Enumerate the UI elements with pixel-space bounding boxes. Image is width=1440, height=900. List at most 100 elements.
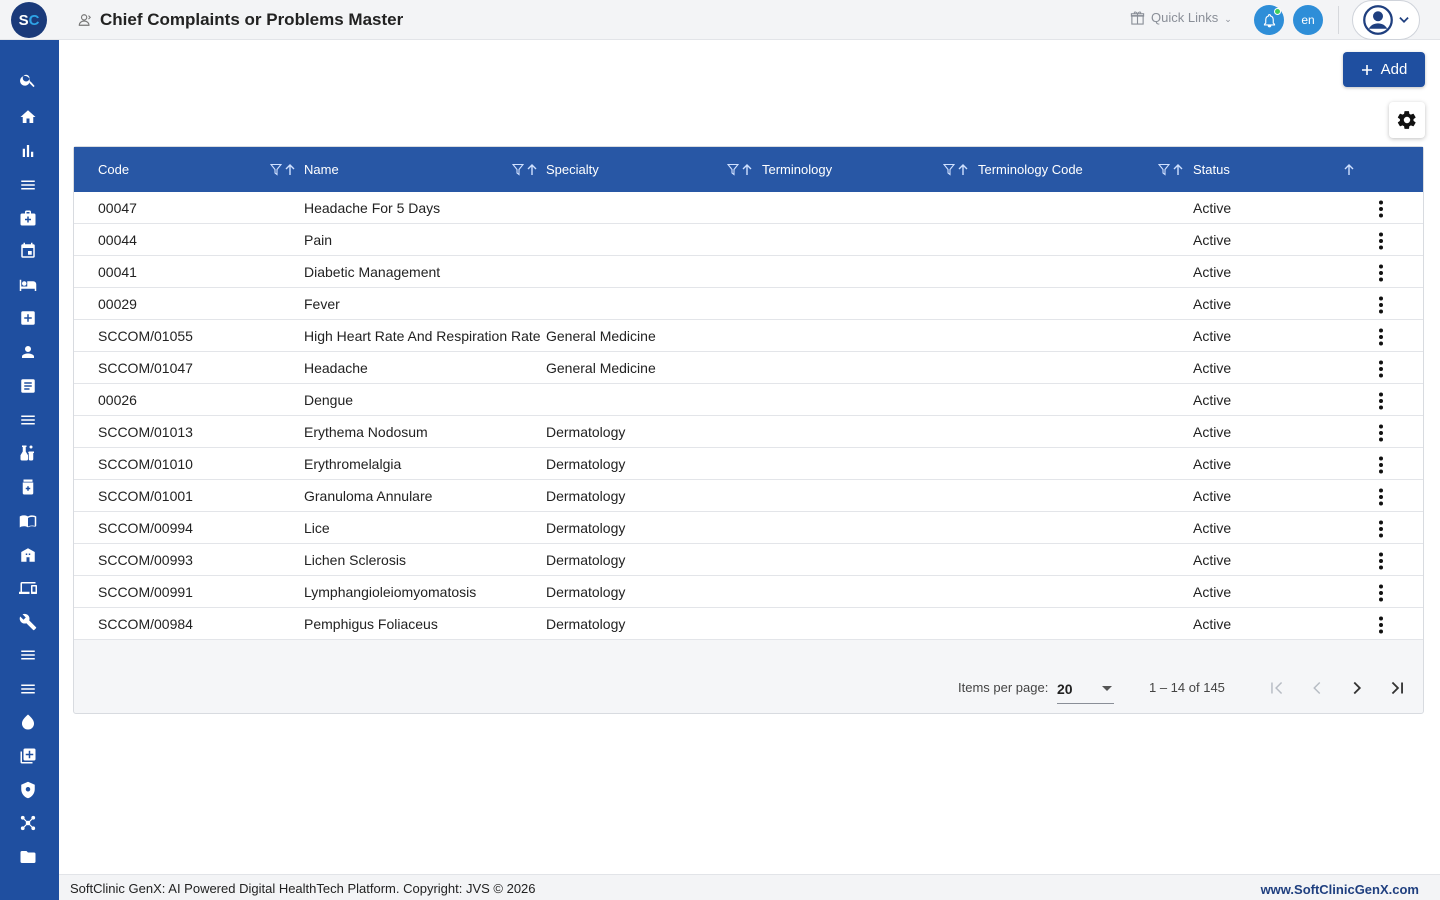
medical-bag-icon[interactable] bbox=[17, 207, 39, 229]
sort-arrow-up-icon[interactable] bbox=[1172, 163, 1184, 176]
devices-icon[interactable] bbox=[17, 577, 39, 599]
row-actions-button[interactable] bbox=[1370, 614, 1392, 636]
search-icon[interactable] bbox=[17, 69, 39, 91]
table-row[interactable]: 00026 Dengue Active bbox=[74, 384, 1423, 416]
column-header-terminology-code[interactable]: Terminology Code bbox=[978, 147, 1083, 192]
sort-arrow-up-icon[interactable] bbox=[957, 163, 969, 176]
column-controls[interactable] bbox=[270, 163, 296, 176]
language-button[interactable]: en bbox=[1293, 5, 1323, 35]
sidebar bbox=[0, 40, 59, 900]
cell-status: Active bbox=[1193, 488, 1232, 504]
column-header-name[interactable]: Name bbox=[304, 147, 339, 192]
cell-name: Erythema Nodosum bbox=[304, 424, 428, 440]
table-row[interactable]: 00047 Headache For 5 Days Active bbox=[74, 192, 1423, 224]
row-actions-button[interactable] bbox=[1370, 198, 1392, 220]
bar-chart-icon[interactable] bbox=[17, 140, 39, 162]
folder-icon[interactable] bbox=[17, 846, 39, 868]
column-header-terminology[interactable]: Terminology bbox=[762, 147, 832, 192]
table-row[interactable]: SCCOM/00993 Lichen Sclerosis Dermatology Ac… bbox=[74, 544, 1423, 576]
column-controls[interactable] bbox=[1158, 163, 1184, 176]
building-icon[interactable] bbox=[17, 544, 39, 566]
table-row[interactable]: SCCOM/00984 Pemphigus Foliaceus Dermatolog… bbox=[74, 608, 1423, 640]
column-header-specialty[interactable]: Specialty bbox=[546, 147, 599, 192]
cell-code: 00047 bbox=[98, 200, 137, 216]
add-button[interactable]: Add bbox=[1343, 52, 1425, 87]
sort-arrow-up-icon[interactable] bbox=[741, 163, 753, 176]
website-link[interactable]: www.SoftClinicGenX.com bbox=[1261, 882, 1419, 897]
add-library-icon[interactable] bbox=[17, 745, 39, 767]
sort-arrow-up-icon[interactable] bbox=[526, 163, 538, 176]
table-row[interactable]: SCCOM/01047 Headache General Medicine Activ… bbox=[74, 352, 1423, 384]
row-actions-button[interactable] bbox=[1370, 454, 1392, 476]
menu-icon[interactable] bbox=[17, 644, 39, 666]
person-icon[interactable] bbox=[17, 341, 39, 363]
wrench-icon[interactable] bbox=[17, 611, 39, 633]
sort-arrow-up-icon[interactable] bbox=[1343, 163, 1355, 176]
row-actions-button[interactable] bbox=[1370, 326, 1392, 348]
row-actions-button[interactable] bbox=[1370, 422, 1392, 444]
filter-icon[interactable] bbox=[727, 163, 739, 176]
row-actions-button[interactable] bbox=[1370, 550, 1392, 572]
user-menu-button[interactable] bbox=[1352, 0, 1420, 40]
next-page-button[interactable] bbox=[1339, 670, 1375, 706]
menu-icon[interactable] bbox=[17, 409, 39, 431]
filter-icon[interactable] bbox=[1158, 163, 1170, 176]
last-page-icon bbox=[1391, 681, 1403, 695]
first-page-button[interactable] bbox=[1259, 670, 1295, 706]
menu-icon[interactable] bbox=[17, 174, 39, 196]
column-controls[interactable] bbox=[512, 163, 538, 176]
last-page-button[interactable] bbox=[1379, 670, 1415, 706]
home-icon[interactable] bbox=[17, 106, 39, 128]
table-row[interactable]: SCCOM/00991 Lymphangioleiomyomatosis Derma… bbox=[74, 576, 1423, 608]
row-actions-button[interactable] bbox=[1370, 358, 1392, 380]
shield-icon[interactable] bbox=[17, 779, 39, 801]
table-row[interactable]: SCCOM/00994 Lice Dermatology Active bbox=[74, 512, 1423, 544]
more-vertical-icon bbox=[1379, 424, 1383, 442]
table-row[interactable]: SCCOM/01001 Granuloma Annulare Dermatology… bbox=[74, 480, 1423, 512]
table-row[interactable]: SCCOM/01055 High Heart Rate And Respirati… bbox=[74, 320, 1423, 352]
book-icon[interactable] bbox=[17, 510, 39, 532]
more-vertical-icon bbox=[1379, 584, 1383, 602]
column-header-code[interactable]: Code bbox=[98, 147, 129, 192]
lab-icon[interactable] bbox=[17, 442, 39, 464]
row-actions-button[interactable] bbox=[1370, 582, 1392, 604]
column-controls[interactable] bbox=[727, 163, 753, 176]
filter-icon[interactable] bbox=[512, 163, 524, 176]
row-actions-button[interactable] bbox=[1370, 262, 1392, 284]
table-row[interactable]: SCCOM/01013 Erythema Nodosum Dermatology Ac… bbox=[74, 416, 1423, 448]
row-actions-button[interactable] bbox=[1370, 294, 1392, 316]
items-per-page-select[interactable]: 20 bbox=[1057, 674, 1114, 704]
row-actions-button[interactable] bbox=[1370, 390, 1392, 412]
filter-icon[interactable] bbox=[943, 163, 955, 176]
calendar-icon[interactable] bbox=[17, 240, 39, 262]
pharmacy-icon[interactable] bbox=[17, 476, 39, 498]
more-vertical-icon bbox=[1379, 200, 1383, 218]
notifications-button[interactable] bbox=[1254, 5, 1284, 35]
blood-drop-icon[interactable] bbox=[17, 711, 39, 733]
column-header-status[interactable]: Status bbox=[1193, 147, 1230, 192]
row-actions-button[interactable] bbox=[1370, 486, 1392, 508]
menu-icon[interactable] bbox=[17, 678, 39, 700]
column-controls[interactable] bbox=[943, 163, 969, 176]
app-logo[interactable]: SC bbox=[11, 2, 47, 38]
gear-icon bbox=[1397, 111, 1416, 129]
plus-icon bbox=[1361, 64, 1372, 75]
previous-page-button[interactable] bbox=[1299, 670, 1335, 706]
table-settings-button[interactable] bbox=[1389, 102, 1425, 138]
quick-links-menu[interactable]: Quick Links ⌄ bbox=[1130, 10, 1232, 25]
divider bbox=[1338, 6, 1339, 34]
medical-plus-icon[interactable] bbox=[17, 307, 39, 329]
bed-icon[interactable] bbox=[17, 274, 39, 296]
table-row[interactable]: SCCOM/01010 Erythromelalgia Dermatology Act… bbox=[74, 448, 1423, 480]
filter-icon[interactable] bbox=[270, 163, 282, 176]
table-row[interactable]: 00044 Pain Active bbox=[74, 224, 1423, 256]
table-row[interactable]: 00041 Diabetic Management Active bbox=[74, 256, 1423, 288]
list-document-icon[interactable] bbox=[17, 375, 39, 397]
cell-status: Active bbox=[1193, 552, 1232, 568]
table-row[interactable]: 00029 Fever Active bbox=[74, 288, 1423, 320]
column-controls[interactable] bbox=[1343, 163, 1355, 176]
row-actions-button[interactable] bbox=[1370, 230, 1392, 252]
row-actions-button[interactable] bbox=[1370, 518, 1392, 540]
network-icon[interactable] bbox=[17, 812, 39, 834]
sort-arrow-up-icon[interactable] bbox=[284, 163, 296, 176]
